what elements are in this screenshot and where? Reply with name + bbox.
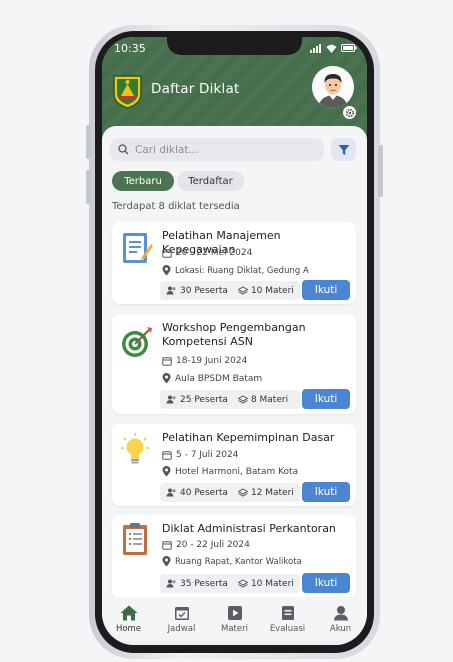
calendar-icon <box>162 249 172 258</box>
play-icon <box>227 606 242 620</box>
page-title: Daftar Diklat <box>151 81 240 97</box>
phone-side-button <box>86 170 91 204</box>
participants-icon <box>166 286 176 295</box>
layers-icon <box>237 285 248 295</box>
calendar-icon <box>162 357 172 366</box>
settings-gear-icon[interactable] <box>343 106 356 119</box>
home-icon <box>120 605 137 621</box>
document-edit-icon <box>123 233 153 263</box>
layers-icon <box>237 578 248 588</box>
phone-side-button <box>86 125 91 159</box>
location-pin-icon <box>162 265 171 276</box>
material-count: 12 Materi <box>250 487 294 498</box>
course-title: Diklat Administrasi Perkantoran <box>162 522 336 535</box>
course-stats: 30 Peserta 10 Materi <box>160 281 300 300</box>
calendar-icon <box>174 607 189 620</box>
material-count: 10 Materi <box>250 578 294 589</box>
filter-icon <box>338 144 349 155</box>
tab-bar: Terbaru Terdaftar <box>112 171 244 191</box>
course-location: Lokasi: Ruang Diklat, Gedung A <box>162 265 309 276</box>
lightbulb-icon <box>121 433 149 464</box>
phone-frame: 10:35 Daftar Diklat Cari diklat... Terba… <box>86 25 383 659</box>
course-date: 20 - 22 Juli 2024 <box>162 540 250 550</box>
evaluation-icon <box>281 606 294 620</box>
layers-icon <box>237 394 248 404</box>
course-date: 18-19 Juni 2024 <box>162 356 247 366</box>
course-stats: 25 Peserta 8 Materi <box>160 390 300 409</box>
course-card[interactable]: Workshop Pengembangan Kompetensi ASN 18-… <box>112 314 356 414</box>
avatar[interactable] <box>312 66 354 108</box>
course-stats: 35 Peserta 10 Materi <box>160 574 300 593</box>
join-button[interactable]: Ikuti <box>302 280 350 300</box>
signal-icon <box>310 43 321 53</box>
location-pin-icon <box>162 556 171 567</box>
search-icon <box>118 144 129 155</box>
join-button[interactable]: Ikuti <box>302 389 350 409</box>
search-input[interactable] <box>135 143 305 156</box>
course-title: Pelatihan Kepemimpinan Dasar <box>162 431 335 444</box>
location-pin-icon <box>162 466 171 477</box>
participants-icon <box>166 579 176 588</box>
camera-notch <box>167 37 302 55</box>
battery-icon <box>341 44 357 52</box>
bottom-navigation: Home Jadwal Materi Evaluasi Akun <box>102 597 367 641</box>
course-title: Workshop Pengembangan Kompetensi ASN <box>162 321 306 348</box>
user-icon <box>333 606 348 621</box>
app-screen: 10:35 Daftar Diklat Cari diklat... Terba… <box>102 37 367 645</box>
user-avatar-icon <box>312 66 354 108</box>
nav-item-materi[interactable]: Materi <box>208 597 261 641</box>
search-bar <box>110 138 324 161</box>
filter-button[interactable] <box>331 138 356 161</box>
course-card[interactable]: Diklat Administrasi Perkantoran 20 - 22 … <box>112 515 356 597</box>
course-location: Hotel Harmoni, Batam Kota <box>162 466 298 477</box>
location-pin-icon <box>162 373 171 384</box>
course-stats: 40 Peserta 12 Materi <box>160 483 300 502</box>
status-time: 10:35 <box>114 41 146 55</box>
nav-item-home[interactable]: Home <box>102 597 155 641</box>
join-button[interactable]: Ikuti <box>302 573 350 593</box>
material-count: 8 Materi <box>250 394 289 405</box>
course-card[interactable]: Pelatihan Manajemen Kepegawaian 20 - 22 … <box>112 222 356 304</box>
participant-count: 30 Peserta <box>180 285 228 296</box>
course-card[interactable]: Pelatihan Kepemimpinan Dasar 5 - 7 Juli … <box>112 424 356 506</box>
course-location: Aula BPSDM Batam <box>162 373 262 384</box>
course-date: 5 - 7 Juli 2024 <box>162 450 238 460</box>
participants-icon <box>166 395 176 404</box>
target-icon <box>122 327 152 357</box>
participant-count: 25 Peserta <box>180 394 228 405</box>
participants-icon <box>166 488 176 497</box>
participant-count: 35 Peserta <box>180 578 228 589</box>
government-crest-logo <box>113 75 142 109</box>
calendar-icon <box>162 451 172 460</box>
course-location: Ruang Rapat, Kantor Walikota <box>162 556 302 567</box>
course-date: 20 - 22 Mei 2024 <box>162 248 252 258</box>
phone-power-button <box>378 145 383 197</box>
material-count: 10 Materi <box>250 285 294 296</box>
layers-icon <box>237 487 248 497</box>
tab-terbaru[interactable]: Terbaru <box>112 171 174 191</box>
result-count: Terdapat 8 diklat tersedia <box>112 201 240 212</box>
main-content: Terbaru Terdaftar Terdapat 8 diklat ters… <box>102 126 367 597</box>
calendar-icon <box>162 541 172 550</box>
nav-item-evaluasi[interactable]: Evaluasi <box>261 597 314 641</box>
tab-terdaftar[interactable]: Terdaftar <box>177 171 244 191</box>
system-navigation-bar <box>102 641 367 645</box>
wifi-icon <box>326 44 337 53</box>
nav-item-akun[interactable]: Akun <box>314 597 367 641</box>
participant-count: 40 Peserta <box>180 487 228 498</box>
nav-item-jadwal[interactable]: Jadwal <box>155 597 208 641</box>
clipboard-icon <box>123 523 147 555</box>
join-button[interactable]: Ikuti <box>302 482 350 502</box>
